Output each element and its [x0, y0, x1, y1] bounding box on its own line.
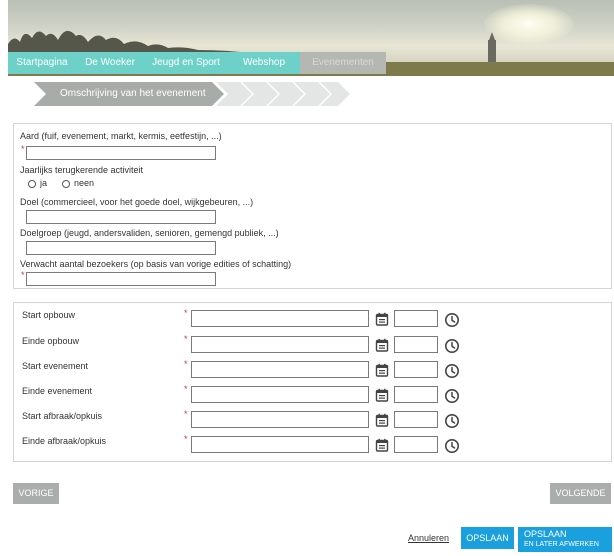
time-input[interactable] [394, 386, 438, 403]
calendar-icon[interactable] [375, 312, 389, 326]
bezoekers-label: Verwacht aantal bezoekers (op basis van … [20, 259, 292, 269]
date-input[interactable] [191, 310, 369, 327]
banner-sun [484, 4, 574, 44]
next-button[interactable]: VOLGENDE [550, 483, 611, 504]
schedule-row-label: Einde opbouw [22, 336, 80, 346]
clock-icon[interactable] [444, 413, 460, 429]
schedule-required-marker: * [184, 409, 188, 419]
doel-label: Doel (commercieel, voor het goede doel, … [20, 197, 254, 207]
previous-button[interactable]: VORIGE [13, 483, 59, 504]
date-input[interactable] [191, 386, 369, 403]
jaarlijks-ja-label: ja [40, 178, 48, 188]
clock-icon[interactable] [444, 438, 460, 454]
clock-icon[interactable] [444, 363, 460, 379]
date-input[interactable] [191, 411, 369, 428]
calendar-icon[interactable] [375, 438, 389, 452]
schedule-row-label: Start evenement [22, 361, 89, 371]
schedule-required-marker: * [184, 308, 188, 318]
schedule-row-label: Einde evenement [22, 386, 93, 396]
main-nav: Startpagina De Woeker Jeugd en Sport Web… [8, 52, 386, 74]
date-input[interactable] [191, 361, 369, 378]
schedule-row-label: Einde afbraak/opkuis [22, 436, 107, 446]
clock-icon[interactable] [444, 338, 460, 354]
nav-item-evenementen[interactable]: Evenementen [300, 52, 386, 74]
date-input[interactable] [191, 336, 369, 353]
aard-input[interactable] [26, 146, 216, 160]
bezoekers-required-marker: * [21, 270, 25, 280]
time-input[interactable] [394, 310, 438, 327]
doel-input[interactable] [26, 210, 216, 224]
save-later-main-label: OPSLAAN [524, 529, 567, 539]
schedule-required-marker: * [184, 359, 188, 369]
calendar-icon[interactable] [375, 363, 389, 377]
time-input[interactable] [394, 436, 438, 453]
nav-item-jeugd-en-sport[interactable]: Jeugd en Sport [144, 52, 228, 74]
jaarlijks-ja-radio[interactable] [28, 180, 36, 188]
save-later-sub-label: EN LATER AFWERKEN [524, 541, 599, 548]
doelgroep-label: Doelgroep (jeugd, andersvaliden, seniore… [20, 228, 279, 238]
jaarlijks-neen-radio[interactable] [62, 180, 70, 188]
aard-required-marker: * [21, 144, 25, 154]
banner-tower [488, 32, 496, 64]
save-button[interactable]: OPSLAAN [461, 527, 514, 549]
bezoekers-input[interactable] [26, 272, 216, 286]
doelgroep-input[interactable] [26, 241, 216, 255]
jaarlijks-label: Jaarlijks terugkerende activiteit [20, 165, 144, 175]
nav-item-de-woeker[interactable]: De Woeker [76, 52, 144, 74]
schedule-section: Start opbouw * Einde opbouw * Start evenemen… [13, 302, 612, 462]
calendar-icon[interactable] [375, 413, 389, 427]
clock-icon[interactable] [444, 312, 460, 328]
time-input[interactable] [394, 411, 438, 428]
cancel-link[interactable]: Annuleren [408, 533, 449, 543]
schedule-required-marker: * [184, 334, 188, 344]
save-later-button[interactable]: OPSLAAN EN LATER AFWERKEN [518, 527, 612, 552]
wizard-steps: Omschrijving van het evenement [12, 82, 352, 106]
schedule-row-label: Start afbraak/opkuis [22, 411, 103, 421]
wizard-current-step-label: Omschrijving van het evenement [60, 88, 206, 99]
schedule-row-label: Start opbouw [22, 310, 76, 320]
schedule-required-marker: * [184, 434, 188, 444]
description-section: Aard (fuif, evenement, markt, kermis, ee… [13, 123, 612, 289]
nav-item-startpagina[interactable]: Startpagina [8, 52, 76, 74]
nav-item-webshop[interactable]: Webshop [228, 52, 300, 74]
jaarlijks-neen-label: neen [74, 178, 95, 188]
time-input[interactable] [394, 336, 438, 353]
clock-icon[interactable] [444, 388, 460, 404]
date-input[interactable] [191, 436, 369, 453]
aard-label: Aard (fuif, evenement, markt, kermis, ee… [20, 131, 222, 141]
schedule-required-marker: * [184, 384, 188, 394]
calendar-icon[interactable] [375, 388, 389, 402]
calendar-icon[interactable] [375, 338, 389, 352]
time-input[interactable] [394, 361, 438, 378]
